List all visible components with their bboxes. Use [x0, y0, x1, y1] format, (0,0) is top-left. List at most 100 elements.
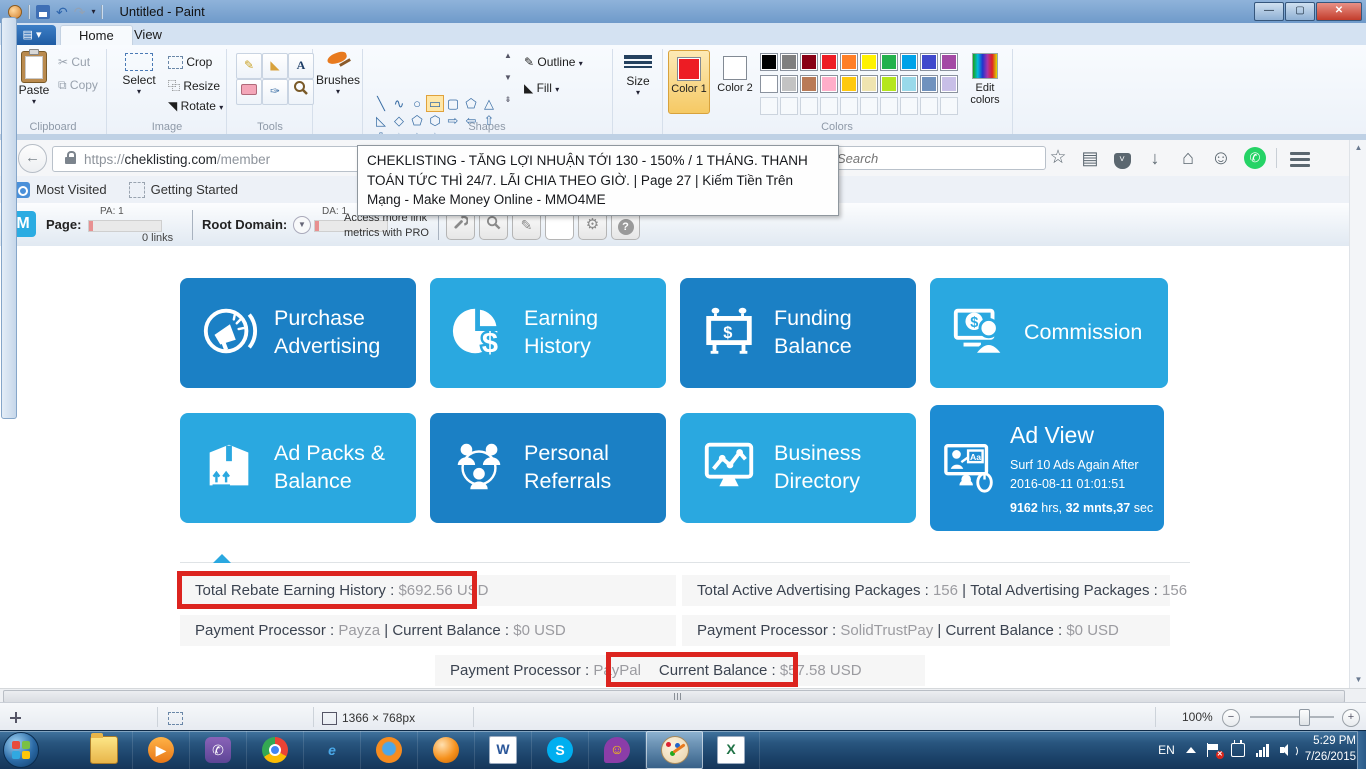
palette-swatch[interactable] — [900, 53, 918, 71]
palette-empty-well[interactable] — [820, 97, 838, 115]
taskbar-firefox-button[interactable] — [361, 731, 418, 769]
palette-empty-well[interactable] — [940, 97, 958, 115]
outline-button[interactable]: ✎ Outline ▾ — [524, 55, 604, 69]
scroll-down-icon[interactable]: ▼ — [1350, 672, 1366, 688]
palette-swatch[interactable] — [840, 53, 858, 71]
taskbar-yahoo-messenger-button[interactable]: ☺ — [589, 731, 646, 769]
tile-purchase-advertising[interactable]: Purchase Advertising — [180, 278, 416, 388]
network-signal-icon[interactable] — [1256, 744, 1269, 757]
tile-ad-view[interactable]: Aa Ad View Surf 10 Ads Again After 2016-… — [930, 405, 1164, 531]
power-plug-icon[interactable] — [1231, 743, 1245, 757]
shape-oval-icon[interactable]: ○ — [408, 95, 426, 112]
shape-triangle-icon[interactable]: △ — [480, 95, 498, 112]
fill-button[interactable]: ◣ Fill ▾ — [524, 81, 604, 95]
color2-button[interactable]: Color 2 — [714, 50, 756, 114]
palette-swatch[interactable] — [940, 75, 958, 93]
clock[interactable]: 5:29 PM7/26/2015 — [1305, 734, 1356, 765]
tile-earning-history[interactable]: $ Earning History — [430, 278, 666, 388]
downloads-icon[interactable]: ↓ — [1143, 147, 1167, 169]
taskbar-explorer-button[interactable] — [76, 731, 133, 769]
bookmark-getting-started[interactable]: Getting Started — [151, 182, 238, 197]
minimize-button[interactable]: — — [1254, 2, 1284, 21]
language-indicator[interactable]: EN — [1158, 743, 1175, 757]
shapes-scroll-down[interactable]: ▼ — [502, 73, 514, 82]
palette-swatch[interactable] — [880, 53, 898, 71]
color1-button[interactable]: Color 1 — [668, 50, 710, 114]
maximize-button[interactable]: ▢ — [1285, 2, 1315, 21]
shape-rectangle-icon[interactable]: ▭ — [426, 95, 444, 112]
crop-button[interactable]: Crop — [168, 55, 224, 69]
reading-list-icon[interactable]: ▤ — [1078, 147, 1102, 169]
palette-swatch[interactable] — [860, 53, 878, 71]
pocket-icon[interactable]: ˅ — [1110, 147, 1134, 169]
shape-rounded-rectangle-icon[interactable]: ▢ — [444, 95, 462, 112]
edit-colors-button[interactable]: Edit colors — [962, 53, 1008, 106]
palette-empty-well[interactable] — [860, 97, 878, 115]
copy-button[interactable]: ⧉ Copy — [58, 78, 106, 93]
zoom-slider-thumb[interactable] — [1299, 709, 1310, 726]
palette-empty-well[interactable] — [920, 97, 938, 115]
shape-curve-icon[interactable]: ∿ — [390, 95, 408, 112]
taskbar-media-player-button[interactable]: ▶ — [133, 731, 190, 769]
start-button[interactable] — [3, 732, 39, 768]
undo-icon[interactable]: ↶ — [56, 5, 68, 19]
palette-swatch[interactable] — [800, 75, 818, 93]
palette-empty-well[interactable] — [900, 97, 918, 115]
action-center-flag-icon[interactable]: ✕ — [1207, 743, 1220, 757]
palette-swatch[interactable] — [860, 75, 878, 93]
menu-hamburger-icon[interactable] — [1290, 152, 1310, 170]
magnifier-tool-icon[interactable] — [288, 79, 314, 105]
home-icon[interactable]: ⌂ — [1176, 147, 1200, 169]
palette-swatch[interactable] — [780, 53, 798, 71]
scroll-up-icon[interactable]: ▲ — [1350, 140, 1366, 156]
palette-empty-well[interactable] — [780, 97, 798, 115]
palette-empty-well[interactable] — [880, 97, 898, 115]
color-picker-tool-icon[interactable]: ✑ — [262, 79, 288, 105]
taskbar-viber-button[interactable]: ✆ — [190, 731, 247, 769]
save-icon[interactable] — [36, 5, 50, 19]
taskbar-excel-button[interactable]: X — [703, 731, 760, 769]
palette-swatch[interactable] — [940, 53, 958, 71]
search-input[interactable] — [828, 146, 1046, 170]
redo-icon[interactable]: ↷ — [74, 5, 86, 19]
paste-button[interactable]: Paste▾ — [12, 51, 56, 106]
palette-swatch[interactable] — [760, 53, 778, 71]
palette-swatch[interactable] — [820, 53, 838, 71]
palette-swatch[interactable] — [820, 75, 838, 93]
palette-empty-well[interactable] — [800, 97, 818, 115]
taskbar-paint-button[interactable] — [646, 731, 703, 769]
taskbar-gom-player-button[interactable] — [418, 731, 475, 769]
palette-swatch[interactable] — [900, 75, 918, 93]
shapes-scroll-more[interactable]: ⇟ — [502, 95, 514, 104]
fill-tool-icon[interactable]: ◣ — [262, 53, 288, 79]
brushes-button[interactable]: Brushes▾ — [316, 51, 360, 96]
tile-funding-balance[interactable]: $ Funding Balance — [680, 278, 916, 388]
rotate-button[interactable]: ◥ Rotate ▾ — [168, 99, 228, 113]
size-button[interactable]: Size▾ — [616, 53, 660, 97]
palette-swatch[interactable] — [800, 53, 818, 71]
quick-access-dropdown-icon[interactable]: ▾ — [91, 7, 95, 16]
taskbar-internet-explorer-button[interactable]: e — [304, 731, 361, 769]
palette-swatch[interactable] — [780, 75, 798, 93]
palette-swatch[interactable] — [840, 75, 858, 93]
bookmark-star-icon[interactable]: ☆ — [1046, 147, 1070, 169]
close-button[interactable]: ✕ — [1316, 2, 1362, 21]
taskbar-skype-button[interactable]: S — [532, 731, 589, 769]
tile-personal-referrals[interactable]: Personal Referrals — [430, 413, 666, 523]
root-domain-dropdown-icon[interactable]: ▼ — [293, 216, 311, 234]
taskbar-word-button[interactable]: W — [475, 731, 532, 769]
tile-commission[interactable]: $ Commission — [930, 278, 1168, 388]
zoom-in-button[interactable]: + — [1342, 709, 1360, 727]
shape-line-icon[interactable]: ╲ — [372, 95, 390, 112]
bookmark-most-visited[interactable]: Most Visited — [36, 182, 107, 197]
feedback-smiley-icon[interactable]: ☺ — [1209, 147, 1233, 169]
eraser-tool-icon[interactable] — [236, 79, 262, 105]
palette-swatch[interactable] — [920, 75, 938, 93]
taskbar-chrome-button[interactable] — [247, 731, 304, 769]
select-button[interactable]: Select▾ — [116, 51, 162, 96]
palette-empty-well[interactable] — [760, 97, 778, 115]
tile-business-directory[interactable]: Business Directory — [680, 413, 916, 523]
tab-view[interactable]: View — [116, 25, 180, 45]
back-button[interactable]: ← — [18, 144, 47, 173]
cut-button[interactable]: ✂ Cut — [58, 55, 106, 69]
